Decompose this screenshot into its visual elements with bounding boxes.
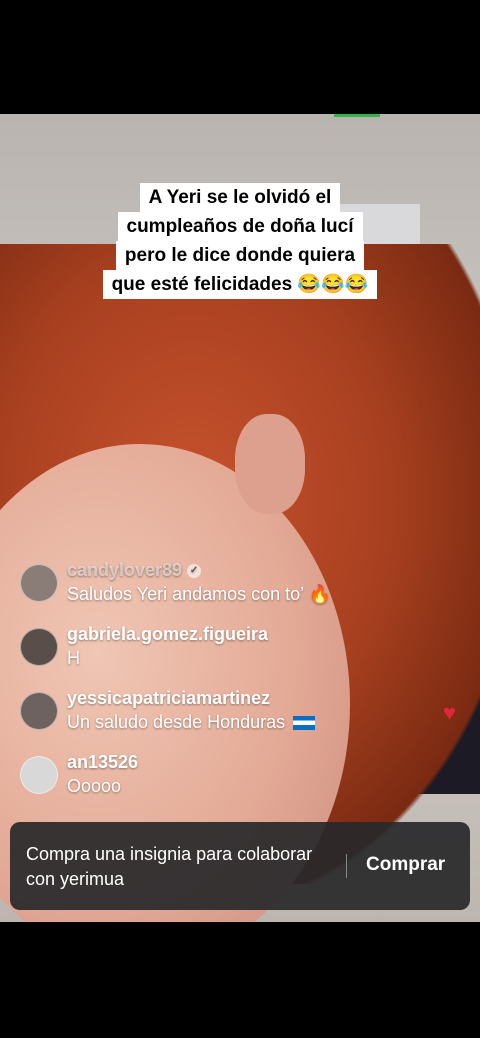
comment-item[interactable]: yessicapatriciamartinez Un saludo desde … <box>20 688 460 742</box>
comment-text: H <box>67 648 80 668</box>
comment-item[interactable]: an13526 Ooooo <box>20 752 460 806</box>
comment-item[interactable]: gabriela.gomez.figueira H <box>20 624 460 678</box>
comment-username[interactable]: an13526 <box>67 752 138 773</box>
comment-text: Saludos Yeri andamos con to’ 🔥 <box>67 584 331 604</box>
live-indicator <box>334 114 380 117</box>
comment-item[interactable]: candylover89 ✓ Saludos Yeri andamos con t… <box>20 560 460 614</box>
caption-line: cumpleaños de doña lucí <box>117 212 363 241</box>
verified-icon: ✓ <box>187 564 202 579</box>
comment-text: Ooooo <box>67 776 122 796</box>
caption-line: A Yeri se le olvidó el <box>139 183 341 212</box>
divider <box>346 854 347 878</box>
comment-username[interactable]: candylover89 ✓ <box>67 560 202 581</box>
caption-line: que esté felicidades 😂😂😂 <box>102 270 378 299</box>
caption-line: pero le dice donde quiera <box>115 241 365 270</box>
badge-text: Compra una insignia para colaborar con y… <box>26 844 313 889</box>
avatar[interactable] <box>20 756 58 794</box>
ear <box>235 414 305 514</box>
comment-username[interactable]: gabriela.gomez.figueira <box>67 624 268 645</box>
avatar[interactable] <box>20 628 58 666</box>
avatar[interactable] <box>20 564 58 602</box>
video-caption: A Yeri se le olvidó el cumpleaños de doñ… <box>0 183 480 299</box>
comment-username[interactable]: yessicapatriciamartinez <box>67 688 270 709</box>
heart-icon: ♥ <box>442 700 456 725</box>
buy-badge-button[interactable]: Comprar <box>366 854 445 876</box>
comment-text: Un saludo desde Honduras <box>67 712 316 733</box>
honduras-flag-icon <box>293 716 316 731</box>
avatar[interactable] <box>20 692 58 730</box>
badge-banner: Compra una insignia para colaborar con y… <box>10 822 470 910</box>
bottom-bar <box>0 922 480 1038</box>
